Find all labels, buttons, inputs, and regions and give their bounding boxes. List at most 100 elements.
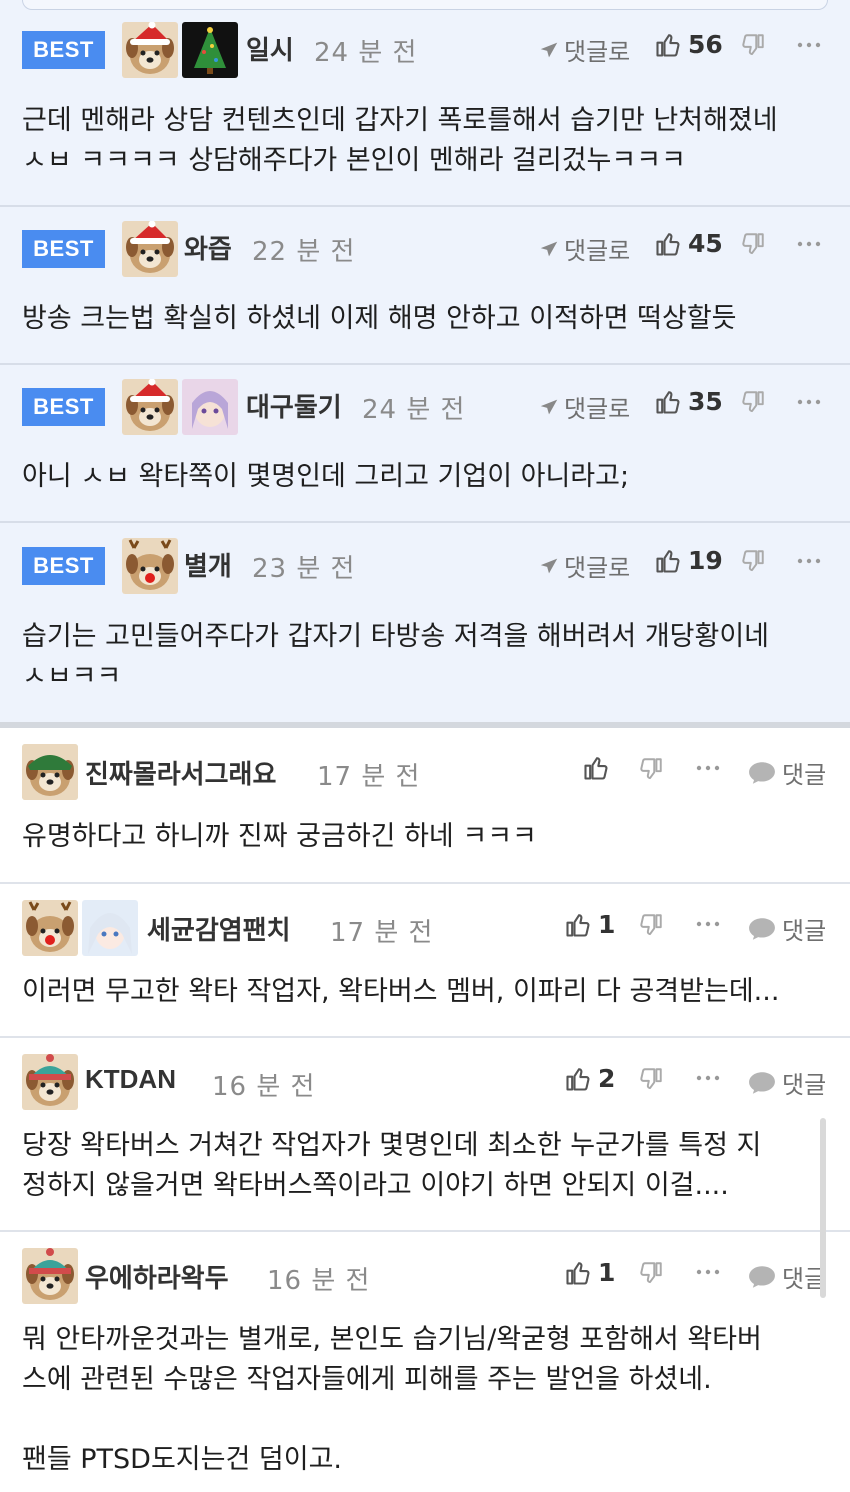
reply-label: 댓글로 bbox=[564, 237, 631, 265]
avatar-group[interactable] bbox=[122, 22, 238, 78]
dislike-button[interactable] bbox=[638, 1260, 664, 1286]
avatar[interactable] bbox=[22, 900, 78, 956]
thumbs-up-icon bbox=[654, 31, 682, 59]
thumbs-down-icon bbox=[638, 756, 664, 782]
reply-button[interactable]: 댓글로 bbox=[538, 32, 630, 67]
more-button[interactable] bbox=[696, 920, 720, 928]
timestamp: 22 분 전 bbox=[252, 237, 356, 267]
like-button[interactable]: 1 bbox=[564, 910, 615, 939]
avatar-group[interactable] bbox=[122, 221, 178, 277]
more-dots-icon bbox=[696, 920, 720, 928]
reply-button[interactable]: 댓글로 bbox=[538, 231, 630, 266]
like-button[interactable] bbox=[582, 754, 616, 782]
like-button[interactable]: 45 bbox=[654, 229, 723, 258]
like-count: 45 bbox=[688, 229, 723, 258]
like-count: 35 bbox=[688, 387, 723, 416]
dislike-button[interactable] bbox=[740, 32, 766, 58]
nickname[interactable]: 세균감염팬치 bbox=[147, 910, 291, 947]
dislike-button[interactable] bbox=[638, 756, 664, 782]
thumbs-up-icon bbox=[564, 1065, 592, 1093]
dislike-button[interactable] bbox=[638, 1066, 664, 1092]
dislike-button[interactable] bbox=[638, 912, 664, 938]
more-button[interactable] bbox=[797, 557, 821, 565]
like-count: 19 bbox=[688, 546, 723, 575]
more-button[interactable] bbox=[696, 1074, 720, 1082]
like-button[interactable]: 19 bbox=[654, 546, 723, 575]
reply-button[interactable]: 댓글 bbox=[748, 911, 826, 946]
timestamp: 23 분 전 bbox=[252, 554, 356, 584]
avatar[interactable] bbox=[22, 1054, 78, 1110]
more-button[interactable] bbox=[696, 1268, 720, 1276]
dislike-button[interactable] bbox=[740, 389, 766, 415]
comment-text: 당장 왁타버스 거쳐간 작업자가 몇명인데 최소한 누군가를 특정 지 정하지 … bbox=[22, 1130, 762, 1201]
dislike-button[interactable] bbox=[740, 548, 766, 574]
timestamp: 24 분 전 bbox=[314, 38, 418, 68]
thumbs-down-icon bbox=[638, 1066, 664, 1092]
speech-bubble-icon bbox=[748, 1265, 776, 1289]
nickname[interactable]: 와즙 bbox=[184, 229, 232, 266]
more-button[interactable] bbox=[797, 398, 821, 406]
reply-button[interactable]: 댓글 bbox=[748, 1259, 828, 1294]
thumbs-down-icon bbox=[638, 912, 664, 938]
more-button[interactable] bbox=[696, 764, 720, 772]
reply-label: 댓글로 bbox=[564, 395, 631, 423]
nickname[interactable]: 대구둘기 bbox=[246, 387, 342, 424]
reply-button[interactable]: 댓글 bbox=[748, 1065, 826, 1100]
reply-label: 댓글 bbox=[782, 761, 827, 789]
nickname[interactable]: 일시 bbox=[246, 30, 294, 67]
nickname[interactable]: 별개 bbox=[184, 546, 232, 583]
nickname[interactable]: KTDAN bbox=[85, 1064, 176, 1095]
avatar-group[interactable] bbox=[22, 1248, 78, 1304]
avatar[interactable] bbox=[122, 379, 178, 435]
more-dots-icon bbox=[797, 557, 821, 565]
like-count: 1 bbox=[598, 1258, 616, 1287]
more-dots-icon bbox=[797, 240, 821, 248]
comment-text: 근데 멘해라 상담 컨텐츠인데 갑자기 폭로를해서 습기만 난처해졌네 ㅅㅂ ㅋ… bbox=[22, 105, 778, 176]
like-button[interactable]: 35 bbox=[654, 387, 723, 416]
avatar[interactable] bbox=[82, 900, 138, 956]
avatar-group[interactable] bbox=[122, 538, 178, 594]
reply-button[interactable]: 댓글로 bbox=[538, 548, 630, 583]
more-dots-icon bbox=[696, 1074, 720, 1082]
speech-bubble-icon bbox=[748, 761, 776, 785]
thumbs-up-icon bbox=[564, 911, 592, 939]
best-comment: BEST 와즙 22 분 전 댓글로 45 방송 크는법 확실히 하셨네 이제 … bbox=[0, 207, 850, 365]
avatar[interactable] bbox=[22, 744, 78, 800]
reply-arrow-icon bbox=[538, 396, 560, 418]
dislike-button[interactable] bbox=[740, 231, 766, 257]
thumbs-down-icon bbox=[638, 1260, 664, 1286]
scrollbar[interactable] bbox=[820, 1118, 826, 1298]
reply-label: 댓글 bbox=[782, 1071, 827, 1099]
avatar[interactable] bbox=[122, 221, 178, 277]
like-button[interactable]: 1 bbox=[564, 1258, 615, 1287]
timestamp: 17 분 전 bbox=[317, 762, 421, 792]
avatar-group[interactable] bbox=[22, 1054, 78, 1110]
like-button[interactable]: 56 bbox=[654, 30, 723, 59]
best-comment: BEST 일시 24 분 전 댓글로 56 근데 멘해라 상담 컨텐츠인데 갑자… bbox=[0, 0, 850, 207]
more-button[interactable] bbox=[797, 240, 821, 248]
reply-button[interactable]: 댓글로 bbox=[538, 389, 630, 424]
nickname[interactable]: 진짜몰라서그래요 bbox=[85, 754, 276, 791]
more-button[interactable] bbox=[797, 41, 821, 49]
avatar[interactable] bbox=[182, 379, 238, 435]
reply-button[interactable]: 댓글 bbox=[748, 755, 826, 790]
reply-arrow-icon bbox=[538, 555, 560, 577]
best-badge: BEST bbox=[22, 388, 105, 426]
avatar-group[interactable] bbox=[22, 900, 138, 956]
reply-label: 댓글로 bbox=[564, 554, 631, 582]
reply-label: 댓글로 bbox=[564, 38, 631, 66]
comment-text: 방송 크는법 확실히 하셨네 이제 해명 안하고 이적하면 떡상할듯 bbox=[22, 303, 737, 334]
avatar[interactable] bbox=[122, 22, 178, 78]
avatar[interactable] bbox=[182, 22, 238, 78]
more-dots-icon bbox=[797, 398, 821, 406]
avatar-group[interactable] bbox=[122, 379, 238, 435]
nickname[interactable]: 우에하라왁두 bbox=[85, 1258, 229, 1295]
best-comment: BEST 대구둘기 24 분 전 댓글로 35 아니 ㅅㅂ 왁타쪽이 몇명인데 … bbox=[0, 365, 850, 523]
more-dots-icon bbox=[696, 764, 720, 772]
avatar-group[interactable] bbox=[22, 744, 78, 800]
best-badge: BEST bbox=[22, 547, 105, 585]
avatar[interactable] bbox=[122, 538, 178, 594]
like-button[interactable]: 2 bbox=[564, 1064, 615, 1093]
avatar[interactable] bbox=[22, 1248, 78, 1304]
comment-text: 유명하다고 하니까 진짜 궁금하긴 하네 ㅋㅋㅋ bbox=[22, 821, 537, 852]
